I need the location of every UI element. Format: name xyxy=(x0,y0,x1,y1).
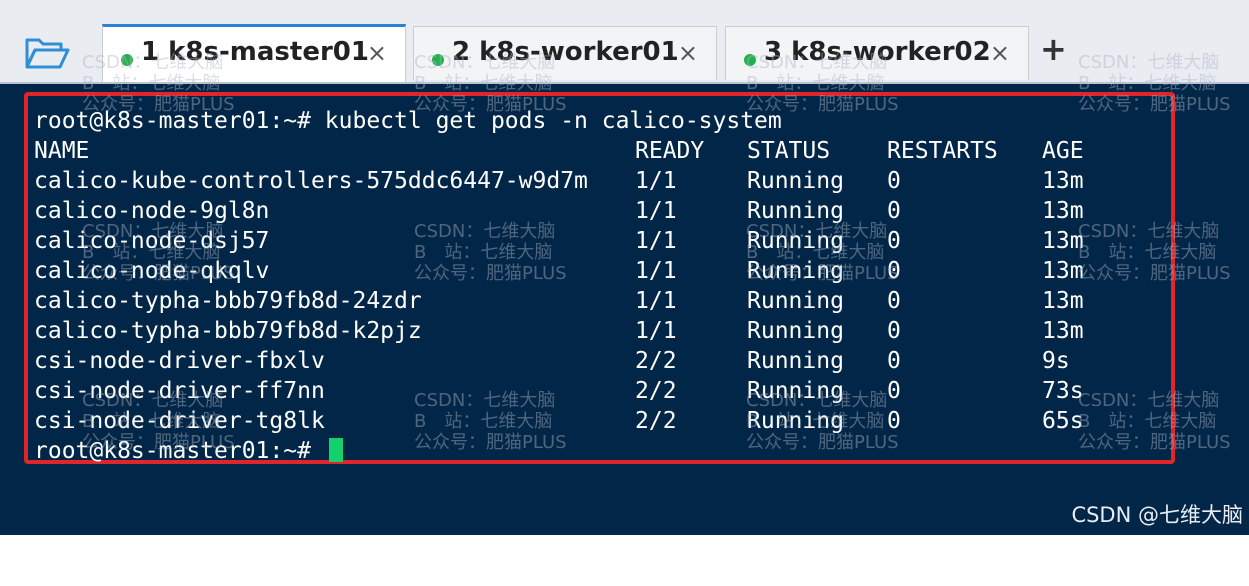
pod-name: calico-typha-bbb79fb8d-24zdr xyxy=(34,288,422,314)
pod-ready: 2/2 xyxy=(635,408,677,434)
pod-status: Running xyxy=(747,348,844,374)
pod-age: 13m xyxy=(1042,228,1084,254)
tab-label: 3 k8s-worker02 xyxy=(764,37,991,67)
pod-name: csi-node-driver-ff7nn xyxy=(34,378,325,404)
pod-restarts: 0 xyxy=(887,168,901,194)
header-name: NAME xyxy=(34,138,90,164)
close-tab-icon[interactable]: × xyxy=(678,39,698,67)
pod-restarts: 0 xyxy=(887,228,901,254)
pod-status: Running xyxy=(747,288,844,314)
pod-ready: 1/1 xyxy=(635,198,677,224)
source-credit: CSDN @七维大脑 xyxy=(1071,503,1243,527)
pod-name: calico-node-qkqlv xyxy=(34,258,270,284)
pod-age: 13m xyxy=(1042,258,1084,284)
command-line: root@k8s-master01:~# kubectl get pods -n… xyxy=(34,108,782,134)
pod-age: 13m xyxy=(1042,198,1084,224)
pod-name: calico-kube-controllers-575ddc6447-w9d7m xyxy=(34,168,588,194)
close-tab-icon[interactable]: × xyxy=(367,39,387,67)
pod-age: 13m xyxy=(1042,318,1084,344)
pod-ready: 1/1 xyxy=(635,228,677,254)
pod-ready: 1/1 xyxy=(635,318,677,344)
pod-ready: 1/1 xyxy=(635,288,677,314)
pod-restarts: 0 xyxy=(887,288,901,314)
prompt-line[interactable]: root@k8s-master01:~# xyxy=(34,436,343,466)
tab-label: 1 k8s-master01 xyxy=(141,37,369,67)
pod-name: calico-node-9gl8n xyxy=(34,198,270,224)
tab-k8s-worker02[interactable]: 3 k8s-worker02 × xyxy=(725,26,1029,80)
connected-status-icon xyxy=(744,54,756,66)
pod-restarts: 0 xyxy=(887,258,901,284)
pod-name: calico-node-dsj57 xyxy=(34,228,270,254)
connected-status-icon xyxy=(121,54,133,66)
pod-ready: 1/1 xyxy=(635,258,677,284)
tab-k8s-worker01[interactable]: 2 k8s-worker01 × xyxy=(413,26,717,80)
terminal-cursor xyxy=(328,438,343,462)
header-restarts: RESTARTS xyxy=(887,138,998,164)
pod-ready: 1/1 xyxy=(635,168,677,194)
pod-status: Running xyxy=(747,168,844,194)
pod-age: 65s xyxy=(1042,408,1084,434)
pod-restarts: 0 xyxy=(887,318,901,344)
folder-icon[interactable] xyxy=(24,34,70,70)
pod-age: 9s xyxy=(1042,348,1070,374)
pod-name: csi-node-driver-fbxlv xyxy=(34,348,325,374)
pod-restarts: 0 xyxy=(887,198,901,224)
pod-status: Running xyxy=(747,378,844,404)
header-ready: READY xyxy=(635,138,705,164)
pod-status: Running xyxy=(747,408,844,434)
shell-prompt: root@k8s-master01:~# xyxy=(34,438,325,464)
pod-ready: 2/2 xyxy=(635,348,677,374)
tab-bar: 1 k8s-master01 × 2 k8s-worker01 × 3 k8s-… xyxy=(0,0,1249,84)
pod-row: csi-node-driver-tg8lk 2/2 Running 0 65s xyxy=(34,406,1134,586)
pod-restarts: 0 xyxy=(887,408,901,434)
pod-name: calico-typha-bbb79fb8d-k2pjz xyxy=(34,318,422,344)
pod-restarts: 0 xyxy=(887,378,901,404)
connected-status-icon xyxy=(432,54,444,66)
header-status: STATUS xyxy=(747,138,831,164)
pod-restarts: 0 xyxy=(887,348,901,374)
tab-k8s-master01[interactable]: 1 k8s-master01 × xyxy=(102,24,406,82)
header-age: AGE xyxy=(1042,138,1084,164)
pod-status: Running xyxy=(747,198,844,224)
pod-age: 13m xyxy=(1042,168,1084,194)
pod-age: 73s xyxy=(1042,378,1084,404)
tab-label: 2 k8s-worker01 xyxy=(452,37,679,67)
pod-ready: 2/2 xyxy=(635,378,677,404)
pod-status: Running xyxy=(747,318,844,344)
pod-status: Running xyxy=(747,258,844,284)
close-tab-icon[interactable]: × xyxy=(990,39,1010,67)
pod-name: csi-node-driver-tg8lk xyxy=(34,408,325,434)
pod-status: Running xyxy=(747,228,844,254)
new-tab-button[interactable]: + xyxy=(1040,30,1067,68)
pod-age: 13m xyxy=(1042,288,1084,314)
